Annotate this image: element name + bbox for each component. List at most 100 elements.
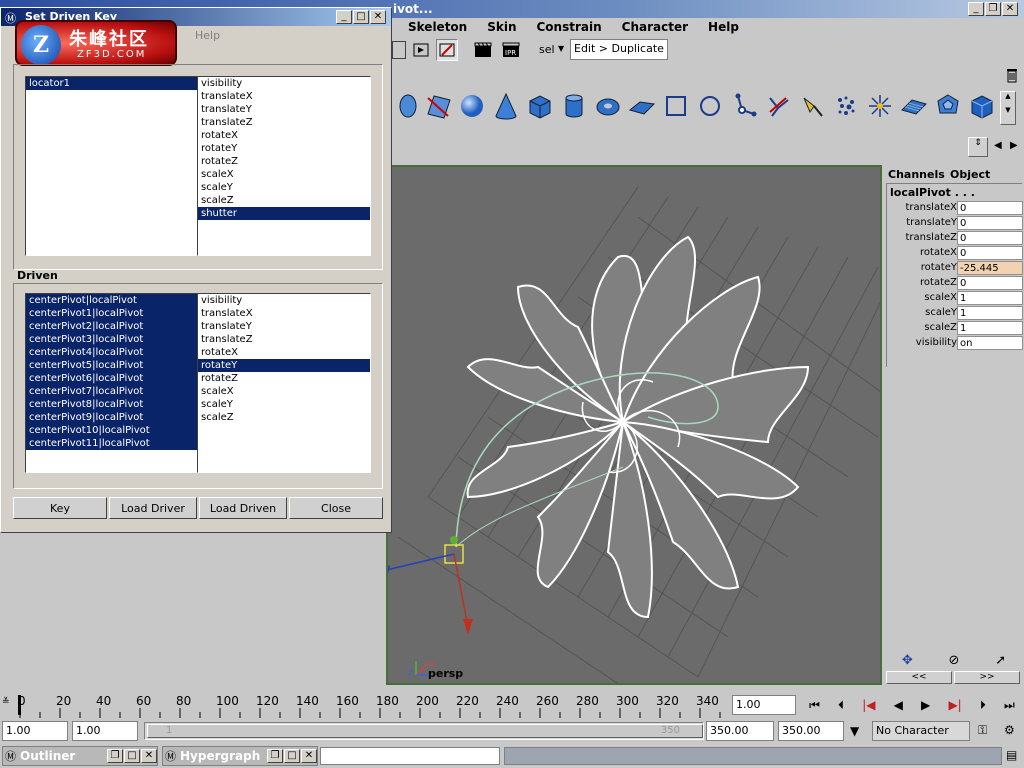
go-to-end-icon[interactable]: ⏭	[1004, 698, 1015, 713]
go-to-start-icon[interactable]: ⏮	[809, 698, 820, 713]
key-icon[interactable]: ⚿	[978, 723, 987, 738]
poly-cube-icon[interactable]	[968, 92, 996, 120]
list-item[interactable]: scaleX	[198, 168, 370, 181]
time-slider[interactable]: ≚ 0 20 40 60 80 100 120 140 160 180 200 …	[0, 690, 1024, 720]
chevron-down-icon[interactable]: ▼	[558, 44, 564, 53]
list-item[interactable]: centerPivot5|localPivot	[26, 359, 198, 372]
list-item[interactable]: rotateZ	[198, 372, 370, 385]
list-item[interactable]: scaleZ	[198, 411, 370, 424]
minimize-button[interactable]: _	[336, 10, 352, 24]
sphere-icon[interactable]	[458, 92, 486, 120]
channel-row[interactable]: translateZ 0	[887, 231, 1024, 246]
play-backward-icon[interactable]: ◀	[894, 698, 903, 712]
list-item-selected[interactable]: rotateY	[198, 359, 370, 372]
list-item[interactable]: centerPivot9|localPivot	[26, 411, 198, 424]
list-item[interactable]: translateZ	[198, 333, 370, 346]
channel-row[interactable]: scaleZ 1	[887, 321, 1024, 336]
cone-icon[interactable]	[492, 92, 520, 120]
joint-tool-icon[interactable]	[730, 92, 758, 120]
render-layer-icon[interactable]: ⊘	[949, 653, 960, 668]
preferences-icon[interactable]: ⚙	[1004, 723, 1015, 737]
character-set-field[interactable]: No Character	[872, 721, 970, 741]
load-driven-button[interactable]: Load Driven	[199, 497, 287, 519]
list-item[interactable]: translateY	[198, 320, 370, 333]
step-back-frame-icon[interactable]: |◀	[862, 698, 875, 712]
list-item[interactable]: scaleY	[198, 181, 370, 194]
cube-icon[interactable]	[526, 92, 554, 120]
shutter-petals[interactable]	[466, 235, 810, 619]
close-button[interactable]: ✕	[141, 749, 157, 763]
scene-canvas[interactable]: x z	[388, 167, 882, 685]
list-item[interactable]: translateZ	[198, 116, 370, 129]
render-frame-icon[interactable]	[412, 40, 432, 60]
ik-handle-icon[interactable]	[764, 92, 792, 120]
chevron-right-icon[interactable]: ▶	[1010, 140, 1018, 151]
channel-row[interactable]: translateY 0	[887, 216, 1024, 231]
list-item[interactable]: centerPivot7|localPivot	[26, 385, 198, 398]
playback-end-field[interactable]: 350.00	[706, 721, 774, 741]
list-item[interactable]: centerPivot|localPivot	[26, 294, 198, 307]
clapper-icon[interactable]	[472, 39, 494, 61]
menu-help[interactable]: Help	[708, 20, 739, 34]
list-item[interactable]: centerPivot10|localPivot	[26, 424, 198, 437]
list-item[interactable]: centerPivot2|localPivot	[26, 320, 198, 333]
menu-skin[interactable]: Skin	[487, 20, 516, 34]
range-handle[interactable]: 1 350	[147, 724, 703, 738]
channel-next-button[interactable]: >>	[954, 671, 1020, 684]
start-time-field[interactable]: 1.00	[2, 721, 68, 741]
particles-icon[interactable]	[832, 92, 860, 120]
driven-object-list[interactable]: centerPivot|localPivot centerPivot1|loca…	[25, 293, 199, 473]
close-button[interactable]: ✕	[301, 749, 317, 763]
trash-icon[interactable]	[1004, 67, 1020, 83]
list-item[interactable]: rotateX	[198, 346, 370, 359]
channel-row[interactable]: rotateZ 0	[887, 276, 1024, 291]
chevron-down-icon[interactable]: ▼	[850, 724, 859, 738]
plane-icon[interactable]	[628, 92, 656, 120]
sel-label[interactable]: sel	[539, 43, 555, 56]
close-button[interactable]: ✕	[370, 10, 386, 24]
list-item[interactable]: rotateY	[198, 142, 370, 155]
channel-row[interactable]: scaleY 1	[887, 306, 1024, 321]
list-item[interactable]: centerPivot4|localPivot	[26, 346, 198, 359]
load-driver-button[interactable]: Load Driver	[109, 497, 197, 519]
maximize-button[interactable]: □	[353, 10, 369, 24]
channel-row[interactable]: scaleX 1	[887, 291, 1024, 306]
channel-prev-button[interactable]: <<	[886, 671, 952, 684]
minimize-button[interactable]: _	[968, 2, 984, 16]
restore-button[interactable]: ❐	[107, 749, 123, 763]
arrow-icon[interactable]: ➚	[995, 653, 1006, 668]
key-button[interactable]: Key	[13, 497, 107, 519]
list-item-selected[interactable]: shutter	[198, 207, 370, 220]
menu-help[interactable]: Help	[195, 29, 220, 42]
node-name[interactable]: localPivot . . .	[890, 186, 975, 199]
soccer-ball-icon[interactable]	[934, 92, 962, 120]
driven-attribute-list[interactable]: visibility translateX translateY transla…	[197, 293, 371, 473]
channel-row-keyed[interactable]: rotateY -25.445	[887, 261, 1024, 276]
list-item[interactable]: scaleY	[198, 398, 370, 411]
current-time-field[interactable]: 1.00	[732, 695, 796, 715]
command-input[interactable]: Edit > Duplicate	[570, 39, 668, 60]
square-icon[interactable]	[662, 92, 690, 120]
list-item[interactable]: translateX	[198, 90, 370, 103]
list-item[interactable]: centerPivot3|localPivot	[26, 333, 198, 346]
menu-character[interactable]: Character	[622, 20, 688, 34]
menu-skeleton[interactable]: Skeleton	[408, 20, 467, 34]
torus-icon[interactable]	[594, 92, 622, 120]
list-item[interactable]: rotateX	[198, 129, 370, 142]
cylinder-icon[interactable]	[560, 92, 588, 120]
ipr-clapper-icon[interactable]: IPR	[500, 39, 522, 61]
playback-start-field[interactable]: 1.00	[72, 721, 138, 741]
move-manipulator[interactable]	[388, 536, 473, 635]
step-forward-frame-icon[interactable]: ▶|	[948, 698, 961, 712]
close-dialog-button[interactable]: Close	[289, 497, 383, 519]
shelf-scroll[interactable]: ▲ ▼	[1000, 91, 1016, 125]
script-editor-icon[interactable]: ▤	[1006, 748, 1017, 762]
tab-object[interactable]: Object	[950, 168, 990, 181]
channel-row[interactable]: rotateX 0	[887, 246, 1024, 261]
layout-scroll-icon[interactable]: ⇕	[968, 137, 988, 157]
list-item[interactable]: centerPivot1|localPivot	[26, 307, 198, 320]
list-item[interactable]: centerPivot6|localPivot	[26, 372, 198, 385]
cut-plane-icon[interactable]	[424, 92, 452, 120]
close-button[interactable]: ✕	[1002, 2, 1018, 16]
snap-icon[interactable]	[392, 41, 406, 59]
